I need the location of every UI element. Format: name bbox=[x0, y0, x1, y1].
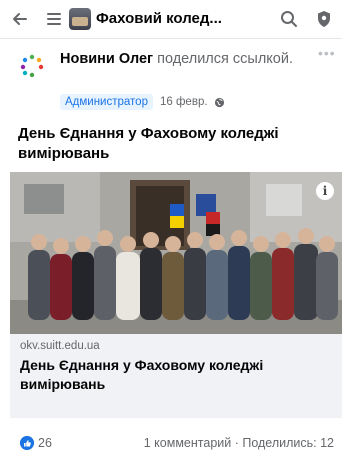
top-bar: Фаховий колед... bbox=[0, 0, 342, 39]
post-action-text: поделился ссылкой. bbox=[153, 51, 293, 67]
admin-badge: Администратор bbox=[60, 94, 153, 110]
author-name[interactable]: Новини Олег bbox=[60, 51, 153, 67]
post-date[interactable]: 16 февр. bbox=[160, 96, 208, 108]
author-avatar[interactable] bbox=[18, 52, 46, 80]
link-title[interactable]: День Єднання у Фаховому коледжі вимірюва… bbox=[20, 356, 320, 394]
reactions-row: 26 1 комментарий · Поделились: 12 bbox=[20, 435, 334, 451]
link-domain: okv.suitt.edu.ua bbox=[20, 340, 100, 352]
post-text: День Єднання у Фаховому коледжі вимірюва… bbox=[18, 125, 279, 162]
post-meta: Администратор 16 февр. bbox=[60, 93, 225, 111]
info-icon[interactable]: i bbox=[316, 182, 334, 200]
comments-shares-count[interactable]: 1 комментарий · Поделились: 12 bbox=[144, 436, 334, 450]
post-author-line: Новини Олег поделился ссылкой. bbox=[60, 50, 310, 68]
like-icon[interactable] bbox=[20, 436, 34, 450]
search-icon[interactable] bbox=[279, 9, 299, 29]
back-arrow-icon[interactable] bbox=[10, 9, 30, 29]
shield-icon[interactable] bbox=[314, 9, 334, 29]
group-title[interactable]: Фаховий колед... bbox=[96, 10, 266, 27]
globe-icon bbox=[214, 97, 224, 107]
more-options-icon[interactable]: ••• bbox=[318, 46, 335, 60]
group-avatar[interactable] bbox=[69, 8, 91, 30]
group-photo-illustration bbox=[10, 172, 342, 334]
link-preview-image[interactable] bbox=[10, 172, 342, 334]
reaction-count[interactable]: 26 bbox=[38, 436, 52, 450]
menu-icon[interactable] bbox=[44, 9, 64, 29]
